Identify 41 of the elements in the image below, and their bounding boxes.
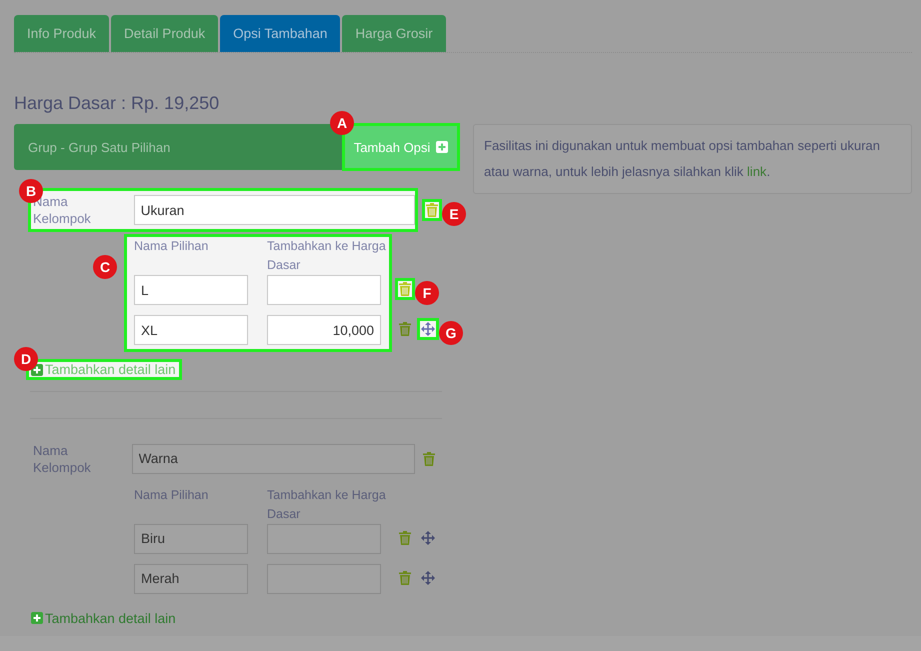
input-field[interactable]: Biru [134, 524, 248, 554]
input-field[interactable]: XL [134, 315, 248, 345]
group-title: Grup - Grup Satu Pilihan [27, 140, 170, 154]
input-field[interactable]: Warna [132, 444, 415, 474]
callout-marker: D [14, 347, 38, 371]
input-field[interactable]: Merah [134, 564, 248, 594]
plus-icon [436, 141, 448, 153]
plus-icon [31, 612, 43, 624]
input-field[interactable] [267, 564, 381, 594]
column-header: Nama Pilihan [134, 486, 210, 504]
trash-icon[interactable] [399, 570, 411, 584]
column-header: Nama Pilihan [134, 238, 210, 255]
tab[interactable]: Opsi Tambahan [220, 15, 340, 52]
help-link[interactable]: link [747, 164, 767, 179]
callout-marker: G [439, 321, 463, 345]
trash-icon[interactable] [399, 282, 411, 296]
info-text: Fasilitas ini digunakan untuk membuat opsi tambahan seperti ukuran atau warna, untuk lebih jelasnya silahkan klik link. [473, 124, 912, 194]
move-icon[interactable] [421, 530, 435, 544]
field-label: Nama Kelompok [33, 442, 92, 476]
move-icon[interactable] [421, 322, 435, 336]
callout-marker: F [415, 281, 439, 305]
input-field[interactable] [267, 275, 381, 305]
input-field[interactable] [267, 524, 381, 554]
callout-marker: E [442, 202, 466, 226]
callout-marker: C [93, 255, 117, 279]
tab[interactable]: Info Produk [14, 15, 110, 52]
trash-icon[interactable] [423, 452, 435, 466]
input-field[interactable]: Ukuran [134, 195, 415, 225]
tab[interactable]: Harga Grosir [342, 15, 446, 52]
add-detail-link[interactable]: Tambahkan detail lain [26, 608, 182, 628]
input-field[interactable]: 10,000 [267, 315, 381, 345]
column-header: Tambahkan ke Harga Dasar [267, 238, 387, 274]
column-header: Tambahkan ke Harga Dasar [267, 486, 387, 522]
tab[interactable]: Detail Produk [111, 15, 218, 52]
trash-icon[interactable] [426, 203, 438, 217]
input-field[interactable]: L [134, 275, 248, 305]
trash-icon[interactable] [399, 530, 411, 544]
callout-marker: A [330, 111, 354, 135]
move-icon[interactable] [421, 570, 435, 584]
trash-icon[interactable] [399, 322, 411, 336]
base-price-heading: Harga Dasar : Rp. 19,250 [14, 93, 220, 114]
